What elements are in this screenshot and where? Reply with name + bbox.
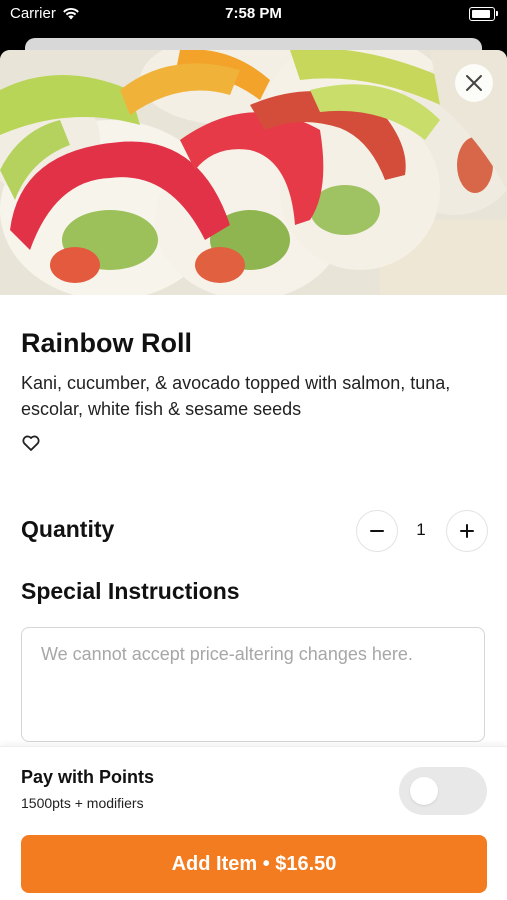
points-cost: 1500pts + modifiers <box>21 795 144 811</box>
increment-button[interactable] <box>446 510 488 552</box>
checkout-footer: Pay with Points 1500pts + modifiers Add … <box>0 746 507 900</box>
quantity-value: 1 <box>416 520 426 539</box>
status-bar: Carrier 7:58 PM <box>0 0 507 30</box>
close-button[interactable] <box>455 64 493 102</box>
quantity-label: Quantity <box>21 516 115 542</box>
pay-with-points-toggle[interactable] <box>399 767 487 815</box>
favorite-button[interactable] <box>21 433 41 453</box>
item-title: Rainbow Roll <box>21 328 192 358</box>
toggle-knob <box>410 777 438 805</box>
pay-with-points-label: Pay with Points <box>21 767 155 787</box>
item-detail-sheet: Rainbow Roll Kani, cucumber, & avocado t… <box>0 50 507 900</box>
status-time: 7:58 PM <box>225 5 282 22</box>
add-item-button[interactable]: Add Item • $16.50 <box>21 835 487 893</box>
item-description: Kani, cucumber, & avocado topped with sa… <box>21 373 451 419</box>
close-icon <box>466 75 482 91</box>
decrement-button[interactable] <box>356 510 398 552</box>
plus-icon <box>460 524 474 538</box>
sushi-roll-photo <box>0 50 507 295</box>
heart-icon <box>22 435 40 451</box>
special-instructions-label: Special Instructions <box>21 578 240 604</box>
item-image <box>0 50 507 295</box>
minus-icon <box>370 530 384 532</box>
special-instructions-input[interactable] <box>21 627 485 742</box>
battery-icon <box>469 7 498 21</box>
